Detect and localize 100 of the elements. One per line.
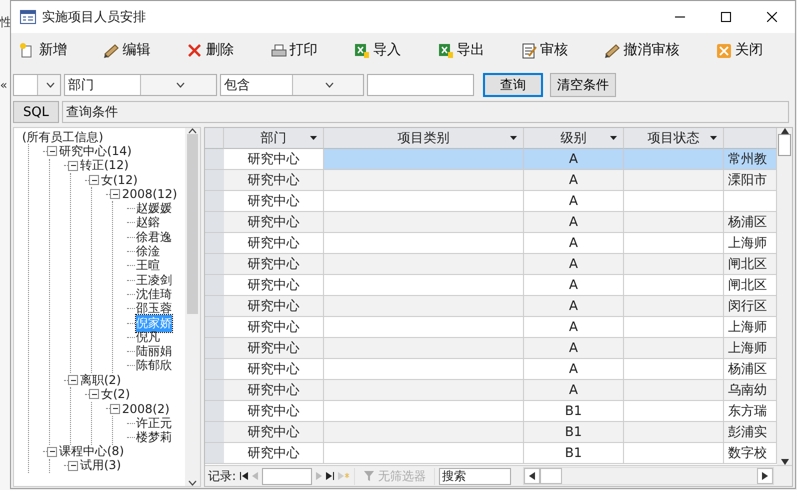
column-header[interactable]: 项目类别 (324, 128, 524, 149)
table-cell: 闸北区 (724, 254, 777, 275)
tree-item[interactable]: 2008(2) (122, 402, 170, 416)
scroll-thumb[interactable] (778, 134, 791, 156)
toolbar-button[interactable]: 导入 (351, 39, 403, 61)
scroll-thumb[interactable] (540, 468, 562, 484)
clear-button[interactable]: 清空条件 (550, 73, 616, 97)
row-selector[interactable] (205, 296, 224, 317)
chevron-up-icon[interactable] (188, 128, 197, 134)
tree-item[interactable]: 徐君逸 (136, 228, 172, 246)
toolbar-button[interactable]: 撤消审核 (602, 39, 682, 61)
arrow-left-icon[interactable] (529, 472, 536, 480)
tree-item[interactable]: 邵玉蓉 (136, 300, 172, 318)
field-dropdown[interactable]: 部门 (64, 74, 217, 96)
collapse-icon[interactable] (110, 404, 120, 414)
row-selector[interactable] (205, 275, 224, 296)
close-icon (715, 42, 732, 58)
row-selector[interactable] (205, 191, 224, 212)
column-header[interactable]: 项目状态 (624, 128, 724, 149)
tree-item[interactable]: 转正(12) (80, 157, 129, 174)
table-cell: A (524, 212, 624, 233)
dropdown-icon[interactable] (710, 136, 717, 140)
tree-item[interactable]: 女(2) (101, 386, 130, 403)
row-selector[interactable] (205, 401, 224, 422)
row-selector[interactable] (205, 380, 224, 401)
table-cell: B1 (524, 422, 624, 443)
toolbar-button[interactable]: 打印 (268, 39, 320, 61)
table-cell: A (524, 170, 624, 191)
table-cell: 研究中心 (224, 296, 324, 317)
table-cell: A (524, 338, 624, 359)
chevron-down-icon[interactable] (324, 82, 334, 88)
row-selector[interactable] (205, 422, 224, 443)
scrollbar[interactable] (523, 467, 774, 485)
maximize-icon (721, 12, 731, 22)
row-selector[interactable] (205, 254, 224, 275)
column-header[interactable]: 部门 (224, 128, 324, 149)
row-selector[interactable] (205, 149, 224, 170)
table-cell: B1 (524, 443, 624, 464)
chevron-down-icon[interactable] (188, 480, 197, 486)
collapse-icon[interactable] (47, 146, 57, 156)
table-cell: 常州教 (724, 149, 777, 170)
row-selector[interactable] (205, 233, 224, 254)
table-cell: 研究中心 (224, 170, 324, 191)
arrow-up-icon[interactable] (780, 128, 788, 134)
column-header[interactable]: 级别 (524, 128, 624, 149)
collapse-icon[interactable] (68, 160, 78, 171)
toolbar-button[interactable]: 关闭 (713, 39, 765, 61)
first-record-icon[interactable] (240, 472, 248, 480)
scroll-thumb[interactable] (187, 134, 198, 314)
scrollbar[interactable] (185, 128, 200, 486)
dropdown-icon[interactable] (310, 136, 317, 140)
table-cell: A (524, 296, 624, 317)
select-all-corner[interactable] (205, 128, 224, 149)
row-selector[interactable] (205, 338, 224, 359)
window-title: 实施项目人员安排 (42, 9, 147, 26)
toolbar-button[interactable]: 编辑 (100, 39, 152, 61)
row-selector[interactable] (205, 359, 224, 380)
toolbar-button[interactable]: 新增 (17, 39, 69, 61)
collapse-icon[interactable] (89, 175, 99, 186)
arrow-down-icon[interactable] (780, 459, 788, 465)
condition-field[interactable]: 查询条件 (62, 101, 789, 123)
scrollbar[interactable] (777, 128, 792, 465)
tree-item[interactable]: 离职(2) (80, 372, 121, 389)
query-button[interactable]: 查询 (483, 73, 543, 97)
toolbar-button[interactable]: 导出 (434, 39, 486, 61)
chevron-down-icon[interactable] (176, 82, 184, 88)
collapse-icon[interactable] (47, 446, 57, 457)
collapse-icon[interactable] (68, 460, 78, 471)
toolbar-button[interactable]: 删除 (184, 39, 236, 61)
tree-item[interactable]: 女(12) (101, 172, 138, 189)
collapse-icon[interactable] (110, 189, 120, 200)
record-number-field[interactable] (262, 468, 312, 484)
table-cell: A (524, 149, 624, 170)
tree-item[interactable]: 2008(12) (122, 187, 178, 202)
table-cell: 彭浦实 (724, 422, 777, 443)
search-field[interactable]: 搜索 (439, 468, 512, 484)
previous-record-icon[interactable] (252, 472, 258, 480)
sql-button[interactable]: SQL (13, 101, 59, 123)
table-cell: 闵行区 (724, 296, 777, 317)
collapse-icon[interactable] (68, 375, 78, 386)
dropdown-icon[interactable] (510, 136, 517, 140)
row-selector[interactable] (205, 443, 224, 464)
background-text: 性 (0, 14, 12, 31)
close-icon (767, 12, 777, 22)
last-record-icon[interactable] (326, 472, 334, 480)
collapse-icon[interactable] (89, 389, 99, 400)
dropdown-icon[interactable] (610, 136, 617, 140)
edit-icon (102, 42, 120, 58)
row-selector[interactable] (205, 317, 224, 338)
table-cell: 研究中心 (224, 422, 324, 443)
value-input[interactable] (367, 74, 474, 96)
arrow-right-icon[interactable] (762, 472, 768, 480)
next-record-icon[interactable] (316, 472, 322, 480)
toolbar-button[interactable]: 审核 (518, 39, 570, 61)
chevron-down-icon[interactable] (46, 82, 55, 88)
table-cell: 研究中心 (224, 443, 324, 464)
row-selector[interactable] (205, 170, 224, 191)
row-selector[interactable] (205, 212, 224, 233)
operator-dropdown[interactable]: 包含 (220, 74, 364, 96)
table-cell: 乌南幼 (724, 380, 777, 401)
